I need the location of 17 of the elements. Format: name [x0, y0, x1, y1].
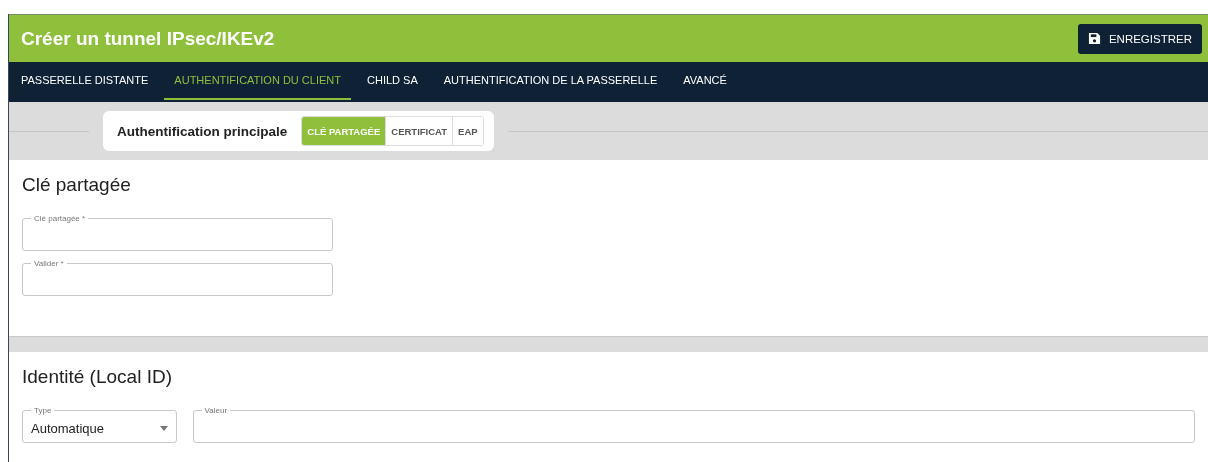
auth-label: Authentification principale	[117, 123, 288, 139]
tab[interactable]: AVANCÉ	[673, 62, 737, 100]
input-field[interactable]: Valider *	[22, 259, 333, 296]
tab[interactable]: AUTHENTIFICATION DE LA PASSERELLE	[433, 62, 668, 100]
save-icon	[1087, 32, 1101, 45]
input-field[interactable]: Valeur	[192, 406, 1195, 443]
section-title: Identité (Local ID)	[22, 366, 173, 388]
tab[interactable]: CHILD SA	[357, 62, 428, 100]
caret-icon	[159, 426, 168, 431]
page-title: Créer un tunnel IPsec/IKEv2	[21, 27, 275, 50]
tab[interactable]: PASSERELLE DISTANTE	[11, 62, 159, 100]
type-select[interactable]: Type Automatique	[22, 406, 177, 443]
toggle-option[interactable]: EAP	[452, 117, 483, 145]
save-button[interactable]: ENREGISTRER	[1077, 23, 1202, 54]
input-field[interactable]: Clé partagée *	[22, 214, 333, 251]
section-title: Clé partagée	[22, 174, 132, 196]
tab[interactable]: AUTHENTIFICATION DU CLIENT	[164, 62, 351, 100]
